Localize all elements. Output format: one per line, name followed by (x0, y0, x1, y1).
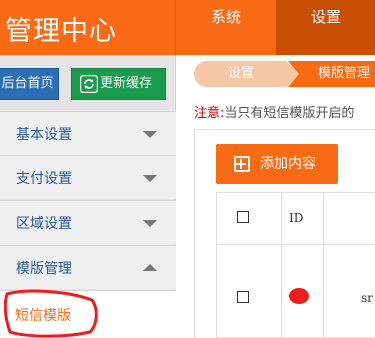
table-divider (217, 244, 375, 245)
notice: 注意:当只有短信模版开启的 (194, 102, 354, 121)
main-content: 设置 模版管理 注意:当只有短信模版开启的 添加内容 ID sr (177, 55, 375, 338)
chevron-down-icon (143, 131, 157, 138)
refresh-icon (80, 75, 98, 93)
select-all-checkbox[interactable] (237, 211, 249, 223)
sidebar-item-region-settings[interactable]: 区域设置 (0, 200, 176, 244)
table-divider (281, 193, 282, 338)
topnav-settings[interactable]: 设置 (276, 0, 375, 55)
breadcrumb-arrow-icon (286, 61, 300, 87)
sidebar-item-template-management[interactable]: 模版管理 (0, 245, 176, 289)
chevron-up-icon (143, 264, 157, 271)
chevron-down-icon (143, 175, 157, 182)
add-content-button[interactable]: 添加内容 (216, 144, 338, 184)
table-cell-name: sr (361, 291, 373, 305)
breadcrumb: 设置 模版管理 (194, 61, 375, 87)
top-bar: 管理中心 系统 设置 (0, 0, 375, 55)
sidebar-item-payment-settings[interactable]: 支付设置 (0, 155, 176, 199)
breadcrumb-template-management[interactable]: 模版管理 (300, 61, 375, 87)
table-divider (323, 193, 324, 338)
notice-tag: 注意: (194, 106, 225, 121)
topnav-system[interactable]: 系统 (176, 0, 276, 55)
highlight-annotation (4, 289, 98, 338)
home-button[interactable]: 后台首页 (0, 68, 59, 100)
refresh-cache-button[interactable]: 更新缓存 (71, 68, 166, 100)
chevron-down-icon (143, 220, 157, 227)
sidebar-item-label: 模版管理 (16, 261, 72, 277)
sidebar: 后台首页 更新缓存 基本设置 支付设置 区域设置 模版管理 短信模版 (0, 55, 176, 338)
sidebar-toolbar: 后台首页 更新缓存 (0, 55, 176, 111)
column-header-id: ID (289, 211, 304, 225)
add-content-label: 添加内容 (260, 156, 316, 172)
sidebar-item-label: 区域设置 (16, 216, 72, 232)
sidebar-item-basic-settings[interactable]: 基本设置 (0, 111, 176, 155)
notice-text: 当只有短信模版开启的 (224, 106, 355, 121)
redaction-mark (289, 288, 309, 304)
sidebar-item-label: 支付设置 (16, 171, 72, 187)
data-table: ID sr (216, 192, 375, 338)
row-checkbox[interactable] (237, 291, 249, 303)
sidebar-item-label: 基本设置 (16, 127, 72, 143)
plus-icon (234, 156, 250, 172)
brand-title: 管理中心 (5, 16, 117, 47)
breadcrumb-settings[interactable]: 设置 (194, 61, 286, 87)
refresh-cache-label: 更新缓存 (100, 76, 153, 91)
